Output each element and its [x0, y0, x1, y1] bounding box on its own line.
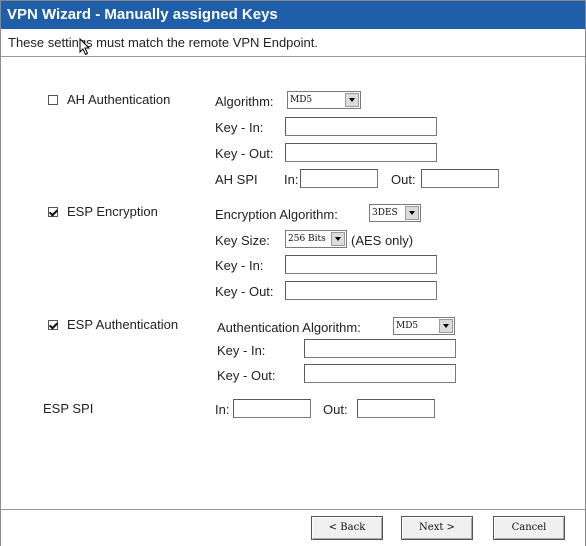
esp-encryption-label: ESP Encryption — [67, 204, 158, 219]
cancel-button[interactable]: Cancel — [493, 516, 565, 540]
ah-algorithm-label: Algorithm: — [215, 94, 274, 109]
next-button[interactable]: Next > — [401, 516, 473, 540]
wizard-footer: < Back Next > Cancel — [1, 509, 585, 546]
ah-key-out-input[interactable] — [285, 143, 437, 162]
ah-key-in-label: Key - In: — [215, 120, 264, 135]
esp-encryption-algorithm-label: Encryption Algorithm: — [215, 207, 338, 222]
esp-encryption-algorithm-select[interactable]: 3DES — [369, 204, 421, 222]
esp-enc-key-in-input[interactable] — [285, 255, 437, 274]
esp-encryption-algorithm-value: 3DES — [372, 208, 398, 218]
ah-algorithm-select[interactable]: MD5 — [287, 91, 361, 109]
chevron-down-icon — [345, 93, 359, 107]
esp-auth-key-out-input[interactable] — [304, 364, 456, 383]
chevron-down-icon — [331, 232, 345, 246]
esp-spi-out-input[interactable] — [357, 399, 435, 418]
esp-auth-key-in-input[interactable] — [304, 339, 456, 358]
esp-auth-key-in-label: Key - In: — [217, 343, 266, 358]
mouse-cursor-icon — [79, 38, 91, 56]
chevron-down-icon — [439, 319, 453, 333]
ah-key-in-input[interactable] — [285, 117, 437, 136]
ah-spi-in-input[interactable] — [300, 169, 378, 188]
esp-auth-key-out-label: Key - Out: — [217, 368, 276, 383]
esp-enc-key-in-label: Key - In: — [215, 258, 264, 273]
ah-spi-label: AH SPI — [215, 172, 258, 187]
esp-enc-key-out-input[interactable] — [285, 281, 437, 300]
key-size-value: 256 Bits — [288, 234, 326, 244]
esp-enc-key-out-label: Key - Out: — [215, 284, 274, 299]
ah-authentication-checkbox[interactable] — [48, 95, 58, 105]
ah-spi-out-input[interactable] — [421, 169, 499, 188]
key-size-label: Key Size: — [215, 233, 270, 248]
vpn-wizard-window: VPN Wizard - Manually assigned Keys Thes… — [0, 0, 586, 546]
chevron-down-icon — [405, 206, 419, 220]
ah-spi-out-label: Out: — [391, 172, 416, 187]
esp-spi-out-label: Out: — [323, 402, 348, 417]
esp-spi-in-label: In: — [215, 402, 230, 417]
esp-spi-label: ESP SPI — [43, 401, 94, 416]
esp-authentication-algorithm-select[interactable]: MD5 — [393, 317, 455, 335]
esp-encryption-checkbox[interactable] — [48, 207, 58, 217]
ah-algorithm-value: MD5 — [290, 95, 313, 105]
ah-key-out-label: Key - Out: — [215, 146, 274, 161]
esp-authentication-checkbox[interactable] — [48, 320, 58, 330]
back-button[interactable]: < Back — [311, 516, 383, 540]
ah-spi-in-label: In: — [284, 172, 299, 187]
window-title: VPN Wizard - Manually assigned Keys — [1, 1, 585, 29]
key-size-note: (AES only) — [351, 233, 414, 248]
esp-authentication-algorithm-value: MD5 — [396, 321, 419, 331]
ah-authentication-label: AH Authentication — [67, 92, 171, 107]
esp-authentication-label: ESP Authentication — [67, 317, 179, 332]
esp-authentication-algorithm-label: Authentication Algorithm: — [217, 320, 361, 335]
key-size-select[interactable]: 256 Bits — [285, 230, 347, 248]
esp-spi-in-input[interactable] — [233, 399, 311, 418]
